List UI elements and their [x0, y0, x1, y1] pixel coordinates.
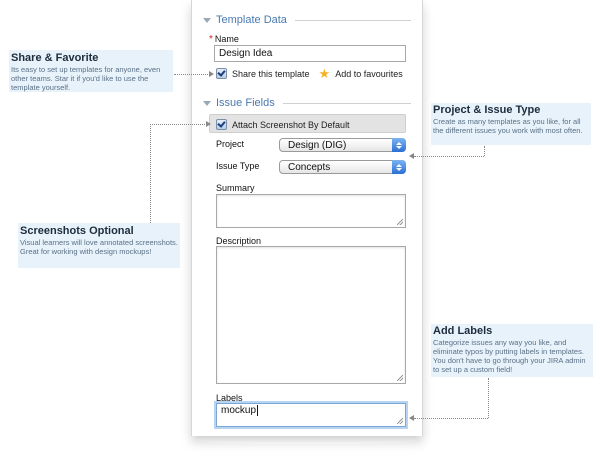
callout-text: Categorize issues any way you like, and …	[433, 338, 586, 374]
labels-input[interactable]: mockup	[216, 403, 406, 427]
share-checkbox[interactable]	[216, 68, 227, 79]
callout-title: Project & Issue Type	[433, 104, 541, 116]
name-label: * Name	[209, 34, 239, 45]
issue-type-label: Issue Type	[216, 161, 260, 171]
collapse-triangle-icon	[203, 17, 211, 23]
project-issue-type-callout: Project & Issue Type Create as many temp…	[433, 104, 589, 135]
connector-arrow-icon	[209, 71, 214, 77]
callout-text: Its easy to set up templates for anyone,…	[11, 65, 161, 92]
connector-line	[150, 124, 207, 125]
callout-text: Visual learners will love annotated scre…	[20, 238, 178, 256]
connector-line	[488, 378, 489, 418]
description-label: Description	[216, 236, 262, 246]
callout-title: Screenshots Optional	[20, 225, 134, 237]
section-title: Issue Fields	[216, 97, 275, 109]
callout-title: Share & Favorite	[11, 52, 99, 64]
select-arrows-icon	[392, 138, 406, 152]
attach-screenshot-row: Attach Screenshot By Default	[216, 119, 350, 130]
project-label: Project	[216, 139, 245, 149]
callout-title: Add Labels	[433, 325, 493, 337]
summary-label: Summary	[216, 183, 255, 193]
issue-fields-section-header[interactable]: Issue Fields	[203, 96, 411, 110]
share-favorite-callout: Share & Favorite Its easy to set up temp…	[11, 52, 171, 92]
attach-screenshot-checkbox[interactable]	[216, 119, 227, 130]
template-data-section-header[interactable]: Template Data	[203, 13, 411, 27]
connector-line	[150, 124, 151, 223]
favourite-label[interactable]: Add to favourites	[335, 69, 403, 79]
resize-grip-icon[interactable]	[397, 418, 403, 424]
connector-line	[484, 146, 485, 156]
add-labels-callout: Add Labels Categorize issues any way you…	[433, 325, 591, 374]
section-title: Template Data	[216, 14, 287, 26]
summary-textarea[interactable]	[216, 194, 406, 228]
name-input[interactable]: Design Idea	[214, 45, 406, 62]
connector-line	[174, 74, 210, 75]
collapse-triangle-icon	[203, 100, 211, 106]
screenshots-optional-callout: Screenshots Optional Visual learners wil…	[20, 225, 178, 256]
attach-screenshot-label: Attach Screenshot By Default	[232, 119, 350, 130]
connector-arrow-icon	[206, 121, 211, 127]
callout-text: Create as many templates as you like, fo…	[433, 117, 583, 135]
resize-grip-icon[interactable]	[397, 219, 403, 225]
project-select-value: Design (DIG)	[288, 139, 347, 151]
description-textarea[interactable]	[216, 246, 406, 384]
panel-shadow	[196, 436, 416, 444]
labels-value: mockup	[221, 405, 257, 416]
star-icon[interactable]: ★	[319, 67, 331, 80]
connector-arrow-icon	[409, 415, 414, 421]
text-cursor	[257, 405, 259, 416]
divider	[294, 19, 411, 21]
labels-label: Labels	[216, 393, 243, 403]
project-select[interactable]: Design (DIG)	[279, 138, 406, 152]
divider	[282, 102, 411, 104]
issue-type-select-value: Concepts	[288, 161, 331, 173]
issue-type-select[interactable]: Concepts	[279, 160, 406, 174]
name-label-text: Name	[214, 34, 239, 44]
connector-line	[414, 418, 488, 419]
share-label: Share this template	[232, 68, 310, 79]
share-favourite-row: Share this template ★ Add to favourites	[216, 67, 403, 80]
select-arrows-icon	[392, 160, 406, 174]
resize-grip-icon[interactable]	[397, 375, 403, 381]
connector-line	[414, 156, 484, 157]
required-asterisk-icon: *	[209, 34, 213, 45]
connector-arrow-icon	[409, 153, 414, 159]
